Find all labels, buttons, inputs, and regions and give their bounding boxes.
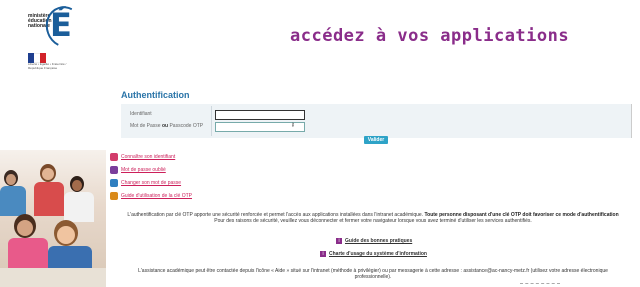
- link-forgot-password-label[interactable]: Mot de passe oublié: [121, 167, 166, 173]
- link-change-password-label[interactable]: Changer son mot de passe: [121, 180, 181, 186]
- identifiant-input[interactable]: [215, 110, 305, 120]
- ministere-logo: ministère éducation nationale É Liberté …: [28, 0, 91, 70]
- edit-person-icon: [110, 179, 118, 187]
- logo-letter: É: [50, 6, 72, 44]
- french-flag-icon: [28, 50, 48, 63]
- link-know-identifier-label[interactable]: Connaître son identifiant: [121, 154, 175, 160]
- usage-charter-link[interactable]: Charte d'usage du système d'information: [329, 251, 427, 257]
- person-icon: [110, 153, 118, 161]
- logo-motto: Liberté • Égalité • Fraternité / Républi…: [28, 62, 67, 70]
- key-person-icon: [110, 192, 118, 200]
- students-photo: [0, 150, 106, 287]
- question-person-icon: [110, 166, 118, 174]
- validate-button[interactable]: Valider: [364, 136, 388, 144]
- page-tagline: accédez à vos applications: [290, 26, 570, 46]
- key-icon: ⚷: [291, 122, 295, 128]
- guide-icon: i: [336, 238, 342, 244]
- auth-divider: [211, 106, 212, 136]
- password-label-pre: Mot de Passe: [130, 123, 161, 129]
- good-practices-guide-link[interactable]: Guide des bonnes pratiques: [345, 238, 412, 244]
- link-otp-guide-label[interactable]: Guide d'utilisation de la clé OTP: [121, 193, 192, 199]
- password-label: Mot de Passe ou Passcode OTP: [130, 123, 203, 129]
- auth-title: Authentification: [121, 90, 190, 100]
- password-label-ou: ou: [161, 123, 169, 129]
- assistance-text: L'assistance académique peut être contac…: [106, 268, 640, 280]
- identifiant-label: Identifiant: [130, 111, 152, 117]
- footer-divider: [520, 283, 560, 285]
- otp-info-line2: Pour des raisons de sécurité, veuillez v…: [214, 218, 532, 224]
- charter-icon: i: [320, 251, 326, 257]
- otp-info-text: L'authentification par clé OTP apporte u…: [106, 212, 640, 224]
- auth-panel: Identifiant Mot de Passe ou Passcode OTP…: [121, 104, 632, 138]
- password-label-post: Passcode OTP: [169, 123, 204, 129]
- assistance-line2: professionnelle).: [354, 274, 392, 280]
